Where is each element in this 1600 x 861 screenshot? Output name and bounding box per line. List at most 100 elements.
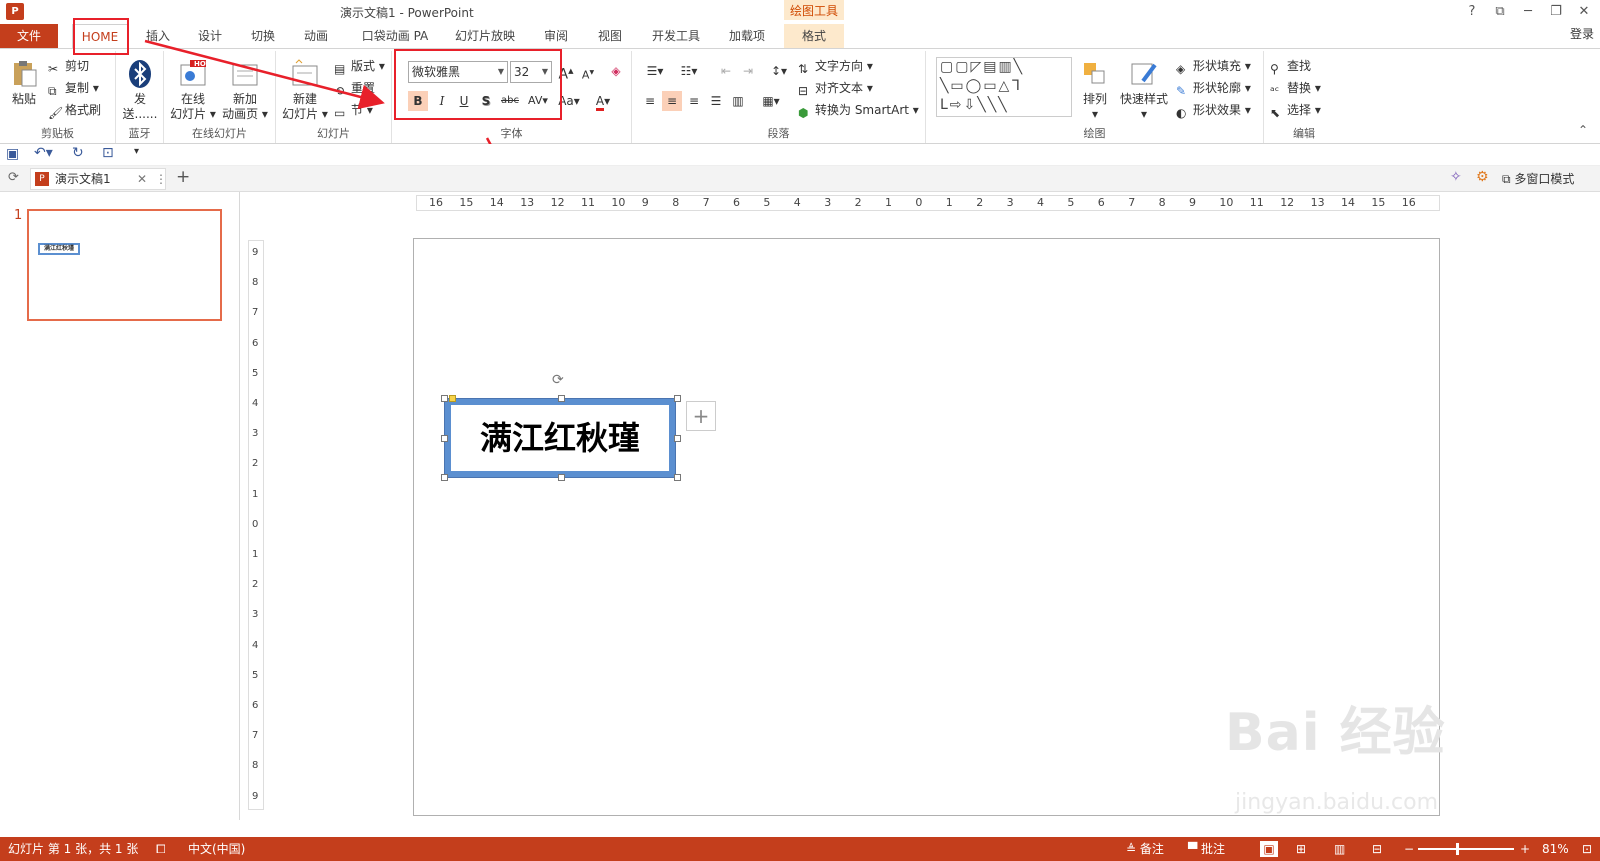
zoom-in-icon[interactable]: + [1520, 837, 1530, 861]
align-right-icon[interactable]: ≡ [684, 91, 704, 111]
undo-icon[interactable]: ↶▾ [34, 145, 53, 161]
resize-handle[interactable] [441, 435, 448, 442]
resize-handle[interactable] [558, 474, 565, 481]
save-icon[interactable]: ▣ [6, 146, 19, 162]
reset-button[interactable]: ⟲ 重置 [334, 79, 375, 98]
tab-addins[interactable]: 加载项 [722, 24, 772, 48]
spellcheck-icon[interactable]: ⧠ [156, 837, 166, 861]
align-center-icon[interactable]: ≡ [662, 91, 682, 111]
tab-animations[interactable]: 动画 [296, 24, 336, 48]
slideshow-icon[interactable]: ⊡ [102, 145, 114, 161]
powerpoint-app-icon[interactable]: P [6, 3, 24, 20]
settings-gear-icon[interactable]: ⚙ [1476, 169, 1489, 185]
shape-fill-button[interactable]: ◈ 形状填充 ▾ [1176, 57, 1251, 76]
normal-view-icon[interactable]: ▣ [1260, 841, 1278, 857]
tab-file[interactable]: 文件 [0, 24, 58, 48]
tab-design[interactable]: 设计 [190, 24, 230, 48]
replace-button[interactable]: ᵃᶜ 替换 ▾ [1270, 79, 1321, 98]
resize-handle[interactable] [674, 435, 681, 442]
zoom-slider-thumb[interactable] [1456, 843, 1459, 855]
columns-icon[interactable]: ▦▾ [756, 91, 786, 111]
tab-slideshow[interactable]: 幻灯片放映 [450, 24, 520, 48]
reading-view-icon[interactable]: ▥ [1334, 837, 1345, 861]
adjust-handle[interactable] [449, 395, 456, 402]
bluetooth-send-button[interactable]: 发 送...... [122, 59, 158, 122]
quick-styles-button[interactable]: 快速样式 ▾ [1116, 59, 1172, 122]
multiwindow-button[interactable]: ⧉ 多窗口模式 [1502, 170, 1574, 187]
collapse-ribbon-icon[interactable]: ⌃ [1578, 123, 1588, 137]
align-text-button[interactable]: ⊟ 对齐文本 ▾ [798, 79, 873, 98]
tab-pocket-animation[interactable]: 口袋动画 PA [352, 24, 438, 48]
new-tab-icon[interactable]: + [176, 167, 190, 187]
online-slide-button[interactable]: HOT 在线 幻灯片 ▾ [170, 59, 216, 122]
decrease-indent-icon[interactable]: ⇤ [716, 61, 736, 81]
recent-icon[interactable]: ⟳ [8, 170, 19, 185]
format-painter-button[interactable]: 🖌 格式刷 [48, 101, 101, 120]
shape-effects-button[interactable]: ◐ 形状效果 ▾ [1176, 101, 1251, 120]
help-button[interactable]: ? [1462, 3, 1482, 21]
slide-textbox[interactable]: 满江红秋瑾 [444, 398, 676, 478]
notes-button[interactable]: ≜ 备注 [1126, 837, 1164, 861]
resize-handle[interactable] [674, 395, 681, 402]
distributed-icon[interactable]: ▥ [728, 91, 748, 111]
justify-icon[interactable]: ☰ [706, 91, 726, 111]
minimize-icon[interactable]: ─ [1518, 3, 1538, 21]
new-slide-button[interactable]: 新建 幻灯片 ▾ [280, 59, 330, 122]
doc-tab[interactable]: P 演示文稿1 ✕ ⋮ [30, 168, 167, 190]
line-spacing-icon[interactable]: ↕▾ [764, 61, 794, 81]
zoom-level[interactable]: 81% [1542, 837, 1569, 861]
zoom-out-icon[interactable]: − [1404, 837, 1414, 861]
paragraph-group-label: 段落 [767, 127, 790, 140]
rotate-handle-icon[interactable]: ⟳ [552, 372, 564, 388]
slideshow-view-icon[interactable]: ⊟ [1372, 837, 1382, 861]
tab-review[interactable]: 审阅 [536, 24, 576, 48]
cut-button[interactable]: ✂ 剪切 [48, 57, 89, 76]
find-button[interactable]: ⚲ 查找 [1270, 57, 1311, 76]
resize-handle[interactable] [558, 395, 565, 402]
resize-handle[interactable] [441, 395, 448, 402]
zoom-slider-track[interactable] [1418, 848, 1514, 850]
comments-button[interactable]: ▀ 批注 [1188, 837, 1225, 861]
close-tab-icon[interactable]: ✕ [137, 169, 147, 189]
numbering-icon[interactable]: ☷▾ [674, 61, 704, 81]
arrange-button[interactable]: 排列 ▾ [1078, 59, 1112, 122]
tab-menu-icon[interactable]: ⋮ [155, 169, 167, 189]
font-color-button[interactable]: A▾ [588, 91, 618, 111]
resize-handle[interactable] [674, 474, 681, 481]
layout-options-icon[interactable]: + [686, 401, 716, 431]
shape-gallery[interactable]: ▢▢◸▤▥╲ ╲▭◯▭△ᒣ ᒪ⇨⇩╲╲╲ [936, 57, 1072, 117]
slide-sorter-icon[interactable]: ⊞ [1296, 837, 1306, 861]
tab-transitions[interactable]: 切换 [243, 24, 283, 48]
layout-button[interactable]: ▤ 版式 ▾ [334, 57, 385, 76]
increase-indent-icon[interactable]: ⇥ [738, 61, 758, 81]
section-button[interactable]: ▭ 节 ▾ [334, 101, 373, 120]
language-indicator[interactable]: 中文(中国) [188, 837, 245, 861]
customize-qat-icon[interactable]: ▾ [134, 146, 139, 157]
tab-format[interactable]: 格式 [784, 24, 844, 48]
slide-thumbnail[interactable]: 满江红秋瑾 [27, 209, 222, 321]
shrink-font-icon[interactable]: A▼ [578, 63, 598, 83]
select-button[interactable]: ⬉ 选择 ▾ [1270, 101, 1321, 120]
paste-button[interactable]: 粘贴 [6, 59, 42, 107]
login-link[interactable]: 登录 [1570, 24, 1594, 44]
annotation-font-box [394, 49, 562, 120]
redo-icon[interactable]: ↻ [72, 145, 84, 161]
tab-developer[interactable]: 开发工具 [646, 24, 706, 48]
fit-slide-icon[interactable]: ⊡ [1582, 837, 1592, 861]
tab-view[interactable]: 视图 [590, 24, 630, 48]
smartart-button[interactable]: ⬢ 转换为 SmartArt ▾ [798, 101, 919, 120]
align-left-icon[interactable]: ≡ [640, 91, 660, 111]
tab-insert[interactable]: 插入 [138, 24, 178, 48]
ribbon-display-options-icon[interactable]: ⧉ [1490, 3, 1510, 21]
resize-handle[interactable] [441, 474, 448, 481]
clear-format-icon[interactable]: ◈ [606, 61, 626, 81]
magic-icon[interactable]: ✧ [1450, 169, 1462, 185]
copy-button[interactable]: ⧉ 复制 ▾ [48, 79, 99, 98]
restore-icon[interactable]: ❐ [1546, 3, 1566, 21]
close-icon[interactable]: ✕ [1574, 3, 1594, 21]
shape-outline-button[interactable]: ✎ 形状轮廓 ▾ [1176, 79, 1251, 98]
text-direction-button[interactable]: ⇅ 文字方向 ▾ [798, 57, 873, 76]
pen-icon: ✎ [1176, 84, 1187, 98]
bullets-icon[interactable]: ☰▾ [640, 61, 670, 81]
new-animation-page-button[interactable]: 新加 动画页 ▾ [220, 59, 270, 122]
